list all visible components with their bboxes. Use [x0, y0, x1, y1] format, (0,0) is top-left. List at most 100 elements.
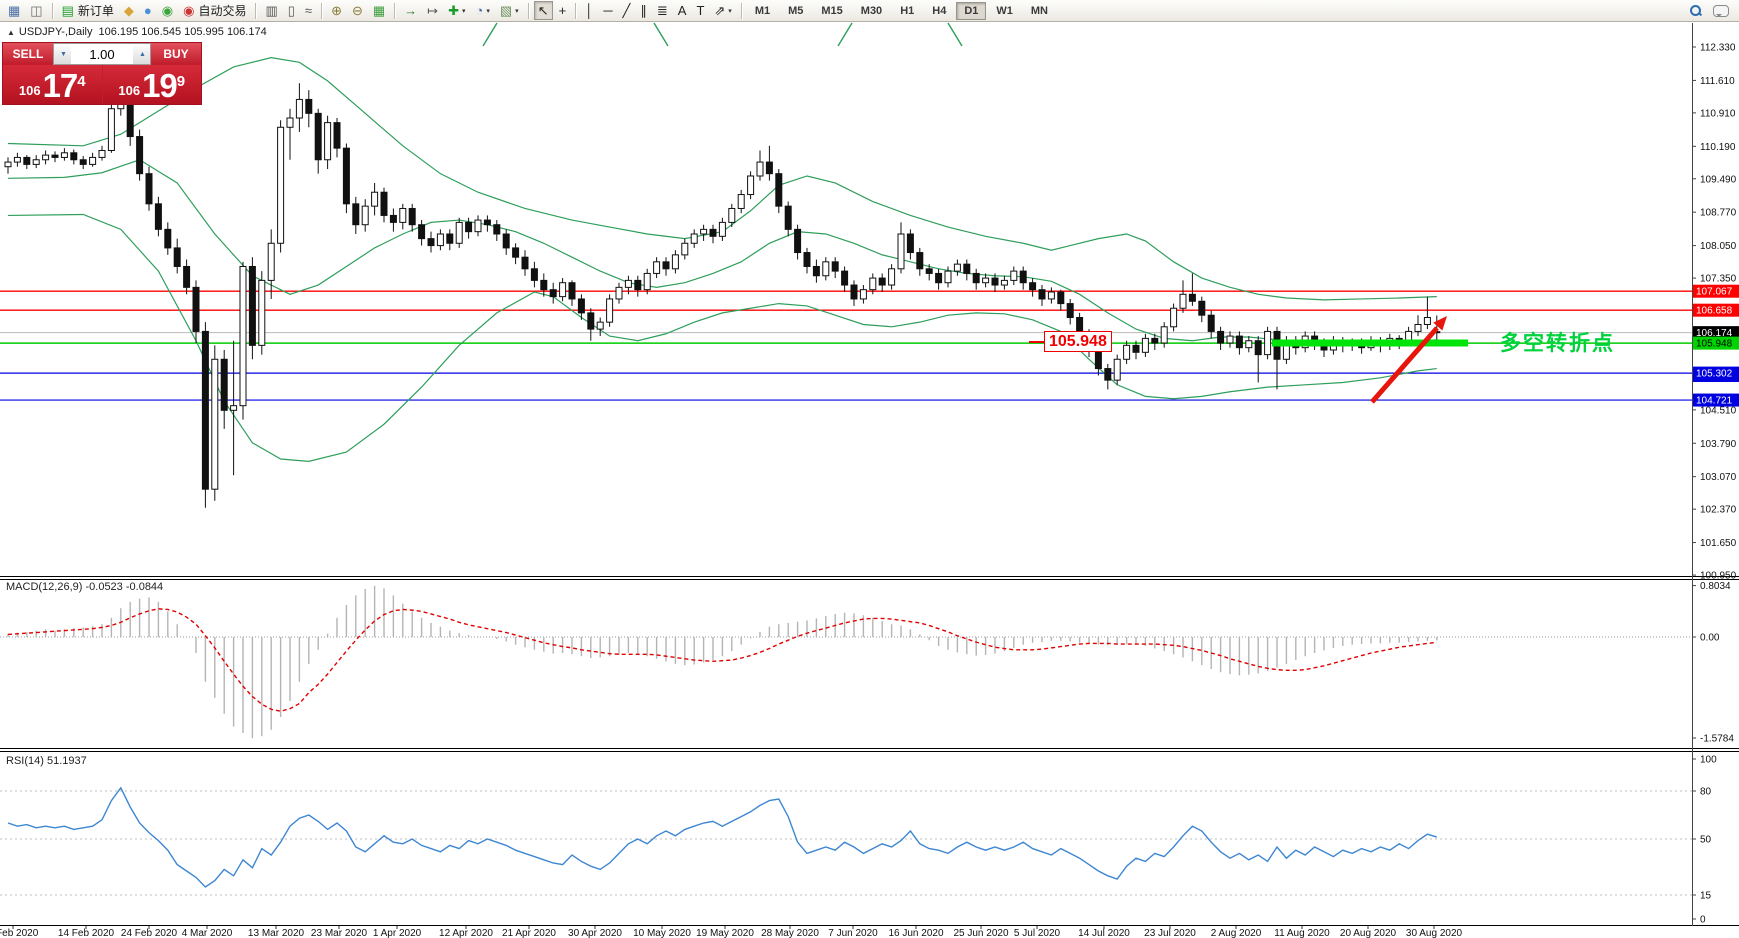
- trendline-icon[interactable]: ╱: [619, 1, 635, 20]
- text-label-icon[interactable]: T: [692, 1, 708, 20]
- candle-body[interactable]: [408, 207, 416, 226]
- periods-icon[interactable]: ◔ ▾: [472, 1, 494, 20]
- candle-body[interactable]: [192, 286, 200, 332]
- timeframe-h4[interactable]: H4: [924, 2, 954, 20]
- candle-body[interactable]: [587, 312, 595, 330]
- candle-body[interactable]: [1019, 270, 1027, 284]
- candle-body[interactable]: [784, 205, 792, 230]
- candle-body[interactable]: [1245, 340, 1253, 349]
- candle-body[interactable]: [606, 298, 614, 323]
- candle-body[interactable]: [277, 126, 285, 244]
- candle-body[interactable]: [1132, 344, 1140, 353]
- candle-body[interactable]: [502, 233, 510, 249]
- candle-body[interactable]: [295, 98, 303, 119]
- candle-body[interactable]: [324, 122, 332, 161]
- candle-body[interactable]: [925, 268, 933, 274]
- candle-body[interactable]: [859, 289, 867, 300]
- candle-body[interactable]: [183, 265, 191, 288]
- candle-body[interactable]: [1104, 368, 1112, 381]
- candle-body[interactable]: [728, 207, 736, 223]
- candle-body[interactable]: [1423, 317, 1431, 325]
- sell-button[interactable]: SELL: [3, 43, 53, 65]
- candle-body[interactable]: [1000, 279, 1008, 286]
- collapse-arrow-icon[interactable]: ▲: [7, 28, 15, 37]
- candle-body[interactable]: [1151, 337, 1159, 344]
- candle-body[interactable]: [521, 256, 529, 270]
- candle-body[interactable]: [963, 263, 971, 274]
- add-indicator-icon[interactable]: ✚ ▾: [444, 1, 469, 20]
- candle-body[interactable]: [1038, 289, 1046, 300]
- candle-body[interactable]: [822, 261, 830, 277]
- candle-body[interactable]: [1235, 335, 1243, 349]
- candle-body[interactable]: [89, 156, 97, 165]
- candle-body[interactable]: [690, 233, 698, 244]
- candle-body[interactable]: [765, 161, 773, 175]
- timeframe-m30[interactable]: M30: [853, 2, 890, 20]
- candle-body[interactable]: [624, 279, 632, 288]
- candle-body[interactable]: [98, 149, 106, 158]
- candle-body[interactable]: [1217, 330, 1225, 344]
- timeframe-mn[interactable]: MN: [1023, 2, 1056, 20]
- candle-body[interactable]: [455, 221, 463, 244]
- candle-body[interactable]: [812, 265, 820, 277]
- candle-body[interactable]: [23, 156, 31, 165]
- chart-canvas[interactable]: 112.330 111.610 110.910 110.190 109.490 108.7…: [0, 0, 1739, 938]
- candle-body[interactable]: [1123, 344, 1131, 360]
- candle-body[interactable]: [906, 233, 914, 254]
- candle-body[interactable]: [427, 238, 435, 247]
- text-icon[interactable]: A: [674, 1, 691, 20]
- bar-chart-icon[interactable]: ▥: [261, 1, 281, 20]
- candle-body[interactable]: [756, 161, 764, 177]
- dropdown-caret-icon[interactable]: ▾: [728, 7, 732, 15]
- zoom-out-icon[interactable]: ⊖: [348, 1, 367, 20]
- candle-body[interactable]: [436, 233, 444, 247]
- candle-body[interactable]: [1414, 323, 1422, 332]
- candle-body[interactable]: [953, 263, 961, 272]
- candle-body[interactable]: [615, 286, 623, 300]
- candle-body[interactable]: [173, 247, 181, 267]
- dropdown-caret-icon[interactable]: ▾: [462, 7, 466, 15]
- candle-body[interactable]: [803, 252, 811, 267]
- candle-body[interactable]: [418, 224, 426, 240]
- candle-body[interactable]: [841, 270, 849, 286]
- candle-body[interactable]: [1047, 291, 1055, 300]
- vertical-line-icon[interactable]: │: [581, 1, 597, 20]
- candle-body[interactable]: [13, 156, 21, 163]
- search-icon[interactable]: [1690, 5, 1701, 16]
- zoom-in-icon[interactable]: ⊕: [327, 1, 346, 20]
- metaeditor-icon[interactable]: ◆: [120, 1, 138, 20]
- candle-body[interactable]: [972, 272, 980, 284]
- candle-body[interactable]: [1188, 293, 1196, 302]
- candle-body[interactable]: [361, 205, 369, 226]
- candle-body[interactable]: [239, 265, 247, 407]
- candle-body[interactable]: [897, 233, 905, 270]
- candle-body[interactable]: [878, 277, 886, 286]
- candle-body[interactable]: [935, 272, 943, 284]
- candle-body[interactable]: [314, 112, 322, 161]
- candle-body[interactable]: [70, 152, 78, 161]
- candle-body[interactable]: [1264, 330, 1272, 356]
- candle-body[interactable]: [4, 161, 12, 168]
- fibonacci-icon[interactable]: ≣: [653, 1, 672, 20]
- candle-body[interactable]: [220, 358, 228, 411]
- candle-body[interactable]: [794, 228, 802, 254]
- cursor-icon[interactable]: ↖: [533, 1, 553, 20]
- candle-body[interactable]: [1029, 282, 1037, 291]
- candle-body[interactable]: [51, 154, 59, 158]
- community-icon[interactable]: ●: [140, 1, 156, 20]
- candle-body[interactable]: [371, 191, 379, 207]
- candle-body[interactable]: [869, 277, 877, 291]
- timeframe-w1[interactable]: W1: [988, 2, 1021, 20]
- timeframe-d1[interactable]: D1: [956, 1, 987, 20]
- candle-body[interactable]: [596, 321, 604, 330]
- candle-body[interactable]: [1170, 307, 1178, 328]
- volume-decrease-button[interactable]: ▼: [54, 44, 71, 64]
- candle-body[interactable]: [333, 122, 341, 149]
- candle-body[interactable]: [230, 405, 238, 411]
- candle-body[interactable]: [342, 147, 350, 205]
- candle-body[interactable]: [201, 330, 209, 490]
- candle-body[interactable]: [211, 358, 219, 490]
- candle-body[interactable]: [305, 98, 313, 114]
- candlestick-chart-icon[interactable]: ▯: [284, 1, 299, 20]
- volume-increase-button[interactable]: ▲: [133, 44, 150, 64]
